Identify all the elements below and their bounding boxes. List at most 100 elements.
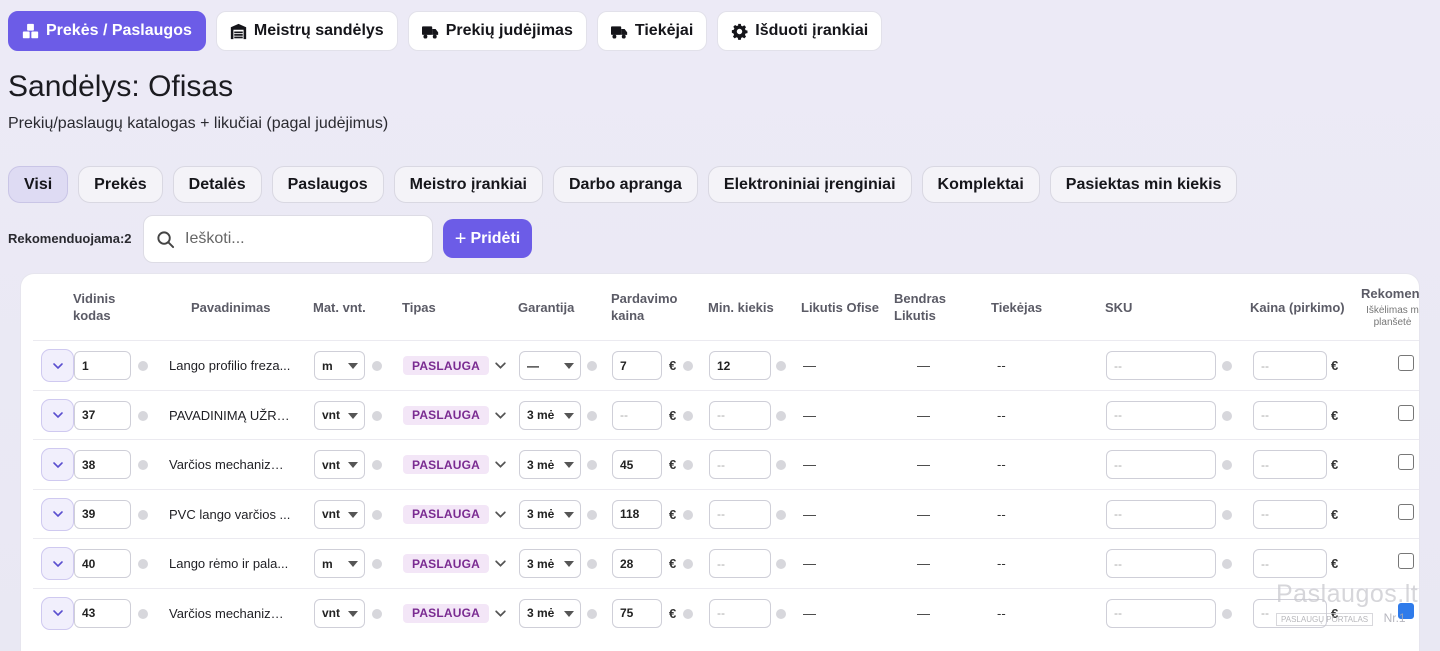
price-input[interactable]: 7 [612,351,662,380]
type-badge: PASLAUGA [403,504,490,524]
filter-kits[interactable]: Komplektai [921,166,1040,203]
recommend-checkbox[interactable] [1398,503,1414,520]
unit-select[interactable]: vnt [314,499,365,529]
add-button[interactable]: + Pridėti [443,219,532,258]
expand-row-button[interactable] [41,497,74,531]
expand-row-button[interactable] [41,398,74,432]
warranty-select[interactable]: 3 mė [519,598,581,628]
search-box[interactable] [143,215,433,263]
stock-office-value: — [803,605,816,621]
sku-input[interactable]: -- [1106,499,1216,529]
caret-down-icon [564,363,574,369]
unit-select[interactable]: vnt [314,400,365,430]
code-input[interactable]: 37 [74,400,131,430]
warranty-select[interactable]: 3 mė [519,450,581,479]
purchase-price-input[interactable]: -- [1253,549,1327,578]
filter-all[interactable]: Visi [8,166,69,203]
nav-masters-warehouse[interactable]: Meistrų sandėlys [215,11,398,51]
min-qty-input[interactable]: -- [709,598,771,628]
type-dropdown-chevron[interactable] [494,409,507,427]
chevron-down-icon [494,607,507,624]
type-dropdown-chevron[interactable] [494,458,507,476]
filter-parts[interactable]: Detalės [172,166,262,203]
item-name[interactable]: Lango rėmo ir pala... [169,556,294,571]
status-dot [776,361,786,371]
warranty-select[interactable]: 3 mė [519,400,581,430]
nav-products-services[interactable]: Prekės / Paslaugos [8,11,206,51]
expand-row-button[interactable] [41,448,74,481]
purchase-price-input[interactable]: -- [1253,450,1327,479]
recommend-checkbox[interactable] [1398,355,1414,371]
filter-master-tools[interactable]: Meistro įrankiai [393,166,543,203]
sku-input[interactable]: -- [1106,400,1216,430]
filter-services[interactable]: Paslaugos [271,166,384,203]
purchase-price-input[interactable]: -- [1253,499,1327,529]
unit-select[interactable]: vnt [314,450,365,479]
item-name[interactable]: Lango profilio freza... [169,358,294,373]
code-input[interactable]: 1 [74,351,131,380]
recommend-checkbox[interactable] [1398,553,1414,569]
code-input[interactable]: 39 [74,499,131,529]
price-input[interactable]: -- [612,400,662,430]
unit-value: vnt [322,408,340,422]
item-name[interactable]: PVC lango varčios ... [169,507,294,522]
filter-goods[interactable]: Prekės [78,166,163,203]
type-dropdown-chevron[interactable] [494,607,507,625]
filter-min-qty-reached[interactable]: Pasiektas min kiekis [1049,166,1238,203]
nav-product-movement[interactable]: Prekių judėjimas [407,11,587,51]
euro-sign: € [669,457,677,472]
min-qty-input[interactable]: 12 [709,351,771,380]
header-price: Pardavimo kaina [611,291,678,323]
status-dot [372,559,382,569]
price-input[interactable]: 75 [612,598,662,628]
price-input[interactable]: 45 [612,450,662,479]
nav-suppliers[interactable]: Tiekėjai [596,11,708,51]
price-input[interactable]: 28 [612,549,662,578]
status-dot [776,509,786,520]
type-badge: PASLAUGA [403,405,490,425]
min-qty-input[interactable]: -- [709,400,771,430]
search-input[interactable] [185,230,415,248]
warranty-select[interactable]: — [519,351,581,380]
sku-input[interactable]: -- [1106,351,1216,380]
min-qty-input[interactable]: -- [709,549,771,578]
warranty-select[interactable]: 3 mė [519,499,581,529]
unit-select[interactable]: m [314,351,365,380]
min-qty-input[interactable]: -- [709,499,771,529]
warranty-select[interactable]: 3 mė [519,549,581,578]
min-qty-input[interactable]: -- [709,450,771,479]
header-recommend-sub: Iškėlimas m planšetė [1366,305,1419,328]
item-name[interactable]: Varčios mechanizmo... [169,457,294,472]
price-input[interactable]: 118 [612,499,662,529]
sku-input[interactable]: -- [1106,598,1216,628]
page-subtitle: Prekių/paslaugų katalogas + likučiai (pa… [8,115,389,132]
recommend-checkbox[interactable] [1398,602,1414,619]
item-name[interactable]: Varčios mechanizmo... [169,606,294,621]
nav-issued-tools[interactable]: Išduoti įrankiai [717,11,883,51]
purchase-price-input[interactable]: -- [1253,351,1327,380]
sku-input[interactable]: -- [1106,549,1216,578]
filter-workwear[interactable]: Darbo apranga [553,166,698,203]
item-name[interactable]: PAVADINIMĄ UŽRAŠYTI [169,408,294,423]
unit-select[interactable]: m [314,549,365,578]
type-dropdown-chevron[interactable] [494,508,507,526]
status-dot [138,361,148,371]
type-dropdown-chevron[interactable] [494,557,507,575]
sku-input[interactable]: -- [1106,450,1216,479]
code-input[interactable]: 43 [74,598,131,628]
purchase-price-input[interactable]: -- [1253,598,1327,628]
filter-electronics[interactable]: Elektroniniai įrenginiai [707,166,912,203]
expand-row-button[interactable] [41,547,74,580]
expand-row-button[interactable] [41,349,74,382]
purchase-price-input[interactable]: -- [1253,400,1327,430]
type-dropdown-chevron[interactable] [494,359,507,377]
recommend-checkbox[interactable] [1398,454,1414,470]
unit-select[interactable]: vnt [314,598,365,628]
status-dot [138,460,148,470]
code-input[interactable]: 38 [74,450,131,479]
euro-sign: € [669,407,677,423]
catalog-table: Vidinis kodas Pavadinimas Mat. vnt. Tipa… [20,273,1420,651]
code-input[interactable]: 40 [74,549,131,578]
expand-row-button[interactable] [41,596,74,630]
recommend-checkbox[interactable] [1398,404,1414,421]
